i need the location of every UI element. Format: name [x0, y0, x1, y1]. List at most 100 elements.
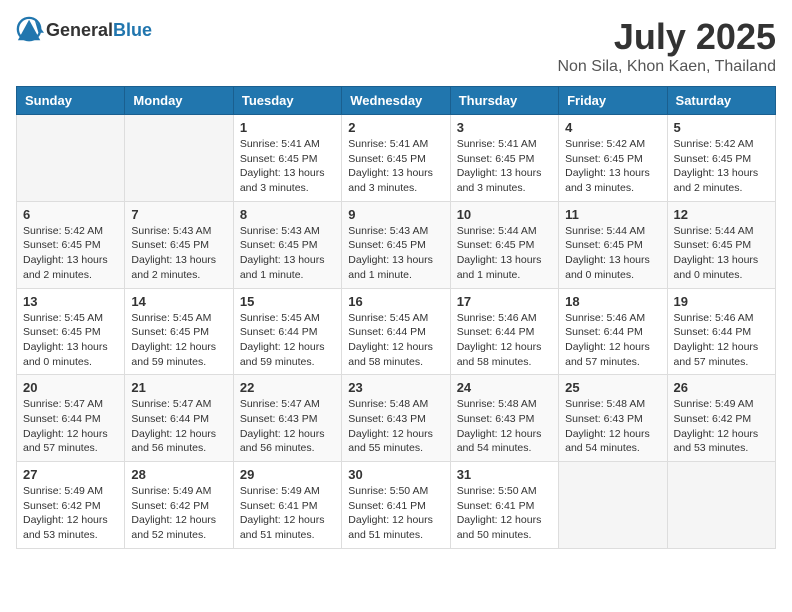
calendar-cell: 10 Sunrise: 5:44 AM Sunset: 6:45 PM Dayli… — [450, 201, 558, 288]
calendar-cell: 4 Sunrise: 5:42 AM Sunset: 6:45 PM Daylig… — [559, 115, 667, 202]
col-friday: Friday — [559, 87, 667, 115]
calendar-cell: 3Sunrise: 5:41 AM Sunset: 6:45 PM Daylig… — [450, 115, 558, 202]
day-number: 7 — [131, 207, 226, 222]
day-number: 17 — [457, 294, 552, 309]
header: GeneralBlue July 2025 Non Sila, Khon Kae… — [16, 16, 776, 76]
day-info: Sunrise: 5:46 AM Sunset: 6:44 PM Dayligh… — [674, 311, 769, 370]
calendar-cell — [667, 462, 775, 549]
day-info: Sunrise: 5:50 AM Sunset: 6:41 PM Dayligh… — [457, 484, 552, 543]
day-info: Sunrise: 5:41 AM Sunset: 6:45 PM Dayligh… — [240, 137, 335, 196]
day-info: Sunrise: 5:42 AM Sunset: 6:45 PM Dayligh… — [23, 224, 118, 283]
day-number: 31 — [457, 467, 552, 482]
col-saturday: Saturday — [667, 87, 775, 115]
calendar-cell: 7Sunrise: 5:43 AM Sunset: 6:45 PM Daylig… — [125, 201, 233, 288]
day-number: 26 — [674, 380, 769, 395]
day-info: Sunrise: 5:45 AM Sunset: 6:45 PM Dayligh… — [23, 311, 118, 370]
day-number: 9 — [348, 207, 443, 222]
title-area: July 2025 Non Sila, Khon Kaen, Thailand — [557, 16, 776, 76]
logo-blue: Blue — [113, 20, 152, 41]
day-info: Sunrise: 5:49 AM Sunset: 6:42 PM Dayligh… — [674, 397, 769, 456]
calendar-cell: 9 Sunrise: 5:43 AM Sunset: 6:45 PM Daylig… — [342, 201, 450, 288]
col-monday: Monday — [125, 87, 233, 115]
day-info: Sunrise: 5:49 AM Sunset: 6:42 PM Dayligh… — [23, 484, 118, 543]
calendar-cell: 26 Sunrise: 5:49 AM Sunset: 6:42 PM Dayli… — [667, 375, 775, 462]
day-info: Sunrise: 5:45 AM Sunset: 6:45 PM Dayligh… — [131, 311, 226, 370]
day-number: 2 — [348, 120, 443, 135]
col-tuesday: Tuesday — [233, 87, 341, 115]
day-info: Sunrise: 5:47 AM Sunset: 6:43 PM Dayligh… — [240, 397, 335, 456]
day-number: 19 — [674, 294, 769, 309]
calendar-cell: 28 Sunrise: 5:49 AM Sunset: 6:42 PM Dayli… — [125, 462, 233, 549]
day-number: 13 — [23, 294, 118, 309]
calendar-cell: 16Sunrise: 5:45 AM Sunset: 6:44 PM Dayli… — [342, 288, 450, 375]
day-info: Sunrise: 5:42 AM Sunset: 6:45 PM Dayligh… — [674, 137, 769, 196]
day-number: 24 — [457, 380, 552, 395]
logo-general: General — [46, 20, 113, 41]
logo: GeneralBlue — [16, 16, 152, 44]
week-row-4: 27 Sunrise: 5:49 AM Sunset: 6:42 PM Dayli… — [17, 462, 776, 549]
calendar-cell: 30 Sunrise: 5:50 AM Sunset: 6:41 PM Dayli… — [342, 462, 450, 549]
day-number: 1 — [240, 120, 335, 135]
day-number: 11 — [565, 207, 660, 222]
calendar-table: Sunday Monday Tuesday Wednesday Thursday… — [16, 86, 776, 549]
day-number: 27 — [23, 467, 118, 482]
calendar-cell: 8Sunrise: 5:43 AM Sunset: 6:45 PM Daylig… — [233, 201, 341, 288]
calendar-cell: 27 Sunrise: 5:49 AM Sunset: 6:42 PM Dayli… — [17, 462, 125, 549]
calendar-cell: 13 Sunrise: 5:45 AM Sunset: 6:45 PM Dayli… — [17, 288, 125, 375]
calendar-cell: 2 Sunrise: 5:41 AM Sunset: 6:45 PM Daylig… — [342, 115, 450, 202]
col-thursday: Thursday — [450, 87, 558, 115]
day-number: 18 — [565, 294, 660, 309]
day-number: 10 — [457, 207, 552, 222]
day-number: 22 — [240, 380, 335, 395]
day-number: 20 — [23, 380, 118, 395]
col-wednesday: Wednesday — [342, 87, 450, 115]
day-number: 5 — [674, 120, 769, 135]
col-sunday: Sunday — [17, 87, 125, 115]
calendar-cell: 5 Sunrise: 5:42 AM Sunset: 6:45 PM Daylig… — [667, 115, 775, 202]
calendar-cell: 14 Sunrise: 5:45 AM Sunset: 6:45 PM Dayli… — [125, 288, 233, 375]
week-row-2: 13 Sunrise: 5:45 AM Sunset: 6:45 PM Dayli… — [17, 288, 776, 375]
week-row-3: 20 Sunrise: 5:47 AM Sunset: 6:44 PM Dayli… — [17, 375, 776, 462]
week-row-1: 6 Sunrise: 5:42 AM Sunset: 6:45 PM Daylig… — [17, 201, 776, 288]
calendar-cell — [559, 462, 667, 549]
calendar-cell: 24 Sunrise: 5:48 AM Sunset: 6:43 PM Dayli… — [450, 375, 558, 462]
calendar-cell: 18 Sunrise: 5:46 AM Sunset: 6:44 PM Dayli… — [559, 288, 667, 375]
calendar-header: Sunday Monday Tuesday Wednesday Thursday… — [17, 87, 776, 115]
day-info: Sunrise: 5:46 AM Sunset: 6:44 PM Dayligh… — [565, 311, 660, 370]
day-info: Sunrise: 5:44 AM Sunset: 6:45 PM Dayligh… — [674, 224, 769, 283]
day-number: 6 — [23, 207, 118, 222]
day-number: 29 — [240, 467, 335, 482]
day-number: 15 — [240, 294, 335, 309]
calendar-body: 1 Sunrise: 5:41 AM Sunset: 6:45 PM Daylig… — [17, 115, 776, 549]
day-number: 16 — [348, 294, 443, 309]
day-info: Sunrise: 5:47 AM Sunset: 6:44 PM Dayligh… — [131, 397, 226, 456]
day-info: Sunrise: 5:48 AM Sunset: 6:43 PM Dayligh… — [565, 397, 660, 456]
calendar-cell: 17Sunrise: 5:46 AM Sunset: 6:44 PM Dayli… — [450, 288, 558, 375]
day-info: Sunrise: 5:47 AM Sunset: 6:44 PM Dayligh… — [23, 397, 118, 456]
day-number: 12 — [674, 207, 769, 222]
subtitle: Non Sila, Khon Kaen, Thailand — [557, 58, 776, 76]
day-number: 30 — [348, 467, 443, 482]
calendar-cell: 29Sunrise: 5:49 AM Sunset: 6:41 PM Dayli… — [233, 462, 341, 549]
day-number: 8 — [240, 207, 335, 222]
day-number: 28 — [131, 467, 226, 482]
day-info: Sunrise: 5:42 AM Sunset: 6:45 PM Dayligh… — [565, 137, 660, 196]
day-info: Sunrise: 5:44 AM Sunset: 6:45 PM Dayligh… — [565, 224, 660, 283]
week-row-0: 1 Sunrise: 5:41 AM Sunset: 6:45 PM Daylig… — [17, 115, 776, 202]
calendar-cell: 6 Sunrise: 5:42 AM Sunset: 6:45 PM Daylig… — [17, 201, 125, 288]
day-info: Sunrise: 5:49 AM Sunset: 6:42 PM Dayligh… — [131, 484, 226, 543]
day-info: Sunrise: 5:48 AM Sunset: 6:43 PM Dayligh… — [457, 397, 552, 456]
day-number: 25 — [565, 380, 660, 395]
calendar-cell: 1 Sunrise: 5:41 AM Sunset: 6:45 PM Daylig… — [233, 115, 341, 202]
day-number: 4 — [565, 120, 660, 135]
day-info: Sunrise: 5:45 AM Sunset: 6:44 PM Dayligh… — [240, 311, 335, 370]
day-info: Sunrise: 5:48 AM Sunset: 6:43 PM Dayligh… — [348, 397, 443, 456]
day-info: Sunrise: 5:50 AM Sunset: 6:41 PM Dayligh… — [348, 484, 443, 543]
day-info: Sunrise: 5:41 AM Sunset: 6:45 PM Dayligh… — [348, 137, 443, 196]
day-info: Sunrise: 5:44 AM Sunset: 6:45 PM Dayligh… — [457, 224, 552, 283]
calendar-cell: 20 Sunrise: 5:47 AM Sunset: 6:44 PM Dayli… — [17, 375, 125, 462]
calendar-cell: 25 Sunrise: 5:48 AM Sunset: 6:43 PM Dayli… — [559, 375, 667, 462]
day-info: Sunrise: 5:43 AM Sunset: 6:45 PM Dayligh… — [348, 224, 443, 283]
calendar-cell: 19 Sunrise: 5:46 AM Sunset: 6:44 PM Dayli… — [667, 288, 775, 375]
day-number: 14 — [131, 294, 226, 309]
